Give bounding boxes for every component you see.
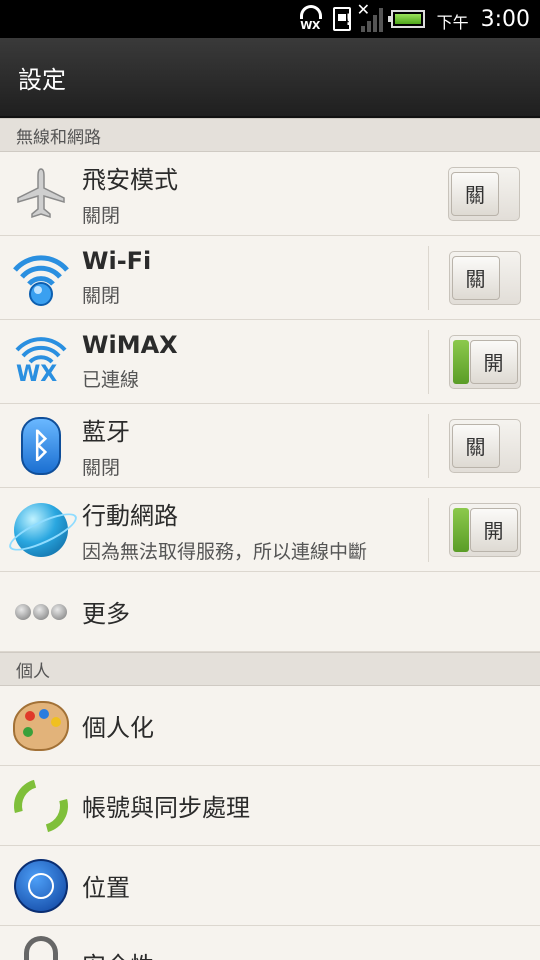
settings-row-mobile-network[interactable]: 行動網路 因為無法取得服務，所以連線中斷 開 [0,488,540,572]
more-icon [15,603,67,620]
battery-icon [387,10,425,28]
status-time: 3:00 [480,6,530,32]
wimax-icon-label: WX [16,362,58,387]
row-subtitle: 關閉 [82,456,121,479]
row-title: 個人化 [82,714,154,742]
row-title: Wi-Fi [82,247,152,275]
status-bar: WX ! ✕ 下午 3:00 [0,0,540,38]
row-subtitle: 已連線 [82,369,140,391]
time-period: 下午 [436,13,469,32]
row-subtitle: 關閉 [82,204,121,227]
settings-row-personalize[interactable]: 個人化 [0,686,540,766]
wimax-status-icon: WX [297,5,325,33]
section-label: 無線和網路 [16,127,101,148]
row-title: 位置 [82,874,130,902]
section-label: 個人 [16,661,50,682]
row-title: 更多 [82,600,130,628]
row-title: WiMAX [82,331,178,359]
settings-row-bluetooth[interactable]: ᛒ 藍牙 關閉 關 [0,404,540,488]
signal-strength-icon: ✕ [357,0,383,32]
row-subtitle: 因為無法取得服務，所以連線中斷 [82,540,368,563]
title-bar: 設定 [0,38,540,118]
page-title: 設定 [18,65,66,94]
settings-row-security[interactable]: 安全性 [0,926,540,960]
settings-row-more[interactable]: 更多 [0,572,540,652]
mobile-network-icon [14,502,68,557]
row-title: 飛安模式 [82,165,178,194]
settings-row-wifi[interactable]: Wi-Fi 關閉 關 [0,236,540,320]
section-header-personal: 個人 [0,652,540,686]
wifi-icon [13,254,69,306]
toggle-label: 關 [465,183,485,207]
row-subtitle: 關閉 [82,285,121,307]
airplane-mode-toggle[interactable]: 關 [448,166,520,221]
location-icon [14,858,68,913]
bluetooth-toggle[interactable]: 關 [448,418,521,473]
toggle-label: 開 [483,519,504,543]
settings-row-location[interactable]: 位置 [0,846,540,926]
sim-card-icon [333,7,352,31]
bluetooth-icon: ᛒ [21,416,61,475]
no-signal-mark: ✕ [356,0,370,19]
palette-icon [13,700,69,751]
settings-row-accounts-sync[interactable]: 帳號與同步處理 [0,766,540,846]
settings-row-wimax[interactable]: WX WiMAX 已連線 開 [0,320,540,404]
wimax-toggle[interactable]: 開 [448,334,521,389]
toggle-label: 關 [465,435,486,459]
section-header-wireless: 無線和網路 [0,118,540,152]
settings-row-airplane-mode[interactable]: 飛安模式 關閉 關 [0,152,540,236]
wifi-toggle[interactable]: 關 [448,250,521,305]
sync-icon [4,768,78,843]
row-title: 行動網路 [82,501,178,530]
row-title: 藍牙 [82,417,130,446]
row-title: 帳號與同步處理 [82,794,250,822]
mobile-network-toggle[interactable]: 開 [448,502,521,557]
lock-icon [24,936,58,960]
airplane-icon [17,167,65,218]
toggle-label: 開 [483,351,504,375]
toggle-label: 關 [465,267,486,291]
row-title: 安全性 [82,946,540,960]
